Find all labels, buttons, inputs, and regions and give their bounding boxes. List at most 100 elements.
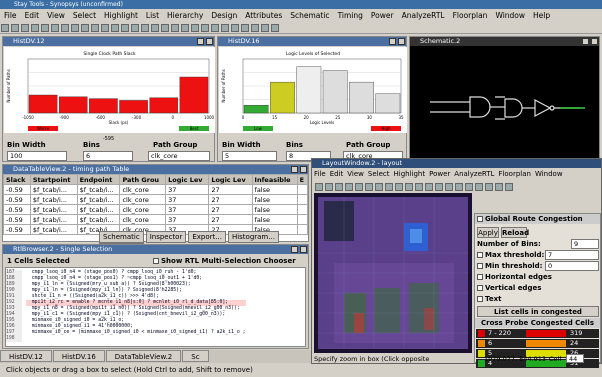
- layout-tool-icon[interactable]: [495, 183, 503, 191]
- code-line[interactable]: [26, 336, 246, 342]
- column-header[interactable]: Path Grou: [119, 174, 167, 185]
- apply-button[interactable]: Apply: [477, 227, 499, 238]
- toolbar-button-icon[interactable]: [241, 24, 249, 32]
- congestion-legend-row[interactable]: 7 - 220 319: [476, 329, 599, 338]
- bin-width-select[interactable]: 5: [222, 151, 277, 161]
- window-tab[interactable]: HistDV.12: [0, 350, 52, 362]
- layout-tool-icon[interactable]: [355, 183, 363, 191]
- min-threshold-input[interactable]: 0: [545, 261, 599, 271]
- congestion-legend-row[interactable]: 6 24: [476, 339, 599, 348]
- menu-item-list[interactable]: List: [146, 11, 159, 20]
- layout-tool-icon[interactable]: [345, 183, 353, 191]
- list-congested-cells-button[interactable]: List cells in congested region...: [477, 306, 599, 326]
- toolbar-button-icon[interactable]: [131, 24, 139, 32]
- path-group-select[interactable]: clk_core: [148, 151, 210, 161]
- rtl-code-view[interactable]: 187 188 189 190 191 192 193 194 195 196 197 198 cmp…: [5, 267, 306, 347]
- minimize-icon[interactable]: [389, 38, 396, 45]
- toolbar-button-icon[interactable]: [31, 24, 39, 32]
- histogram-bar[interactable]: [179, 76, 209, 114]
- checkbox-icon[interactable]: [477, 285, 483, 291]
- layout-menu-item-highlight[interactable]: Highlight: [394, 170, 426, 178]
- menu-item-analyzertl[interactable]: AnalyzeRTL: [402, 11, 445, 20]
- toolbar-button-icon[interactable]: [51, 24, 59, 32]
- layout-menu-item-window[interactable]: Window: [535, 170, 563, 178]
- close-icon[interactable]: [591, 38, 598, 45]
- layout-menu-item-edit[interactable]: Edit: [330, 170, 344, 178]
- close-icon[interactable]: [300, 166, 307, 173]
- toolbar-button-icon[interactable]: [21, 24, 29, 32]
- layout-menu-item-file[interactable]: File: [314, 170, 326, 178]
- column-header[interactable]: Infeasible: [251, 174, 298, 185]
- menu-item-floorplan[interactable]: Floorplan: [453, 11, 488, 20]
- checkbox-icon[interactable]: [477, 296, 483, 302]
- column-header[interactable]: Logic Lev: [165, 174, 210, 185]
- window-tab[interactable]: Sc: [182, 350, 209, 362]
- toolbar-button-icon[interactable]: [1, 24, 9, 32]
- table-row[interactable]: -0.59 $f_tcab/i... $f_tcab/i... clk_core 37 2…: [3, 214, 309, 225]
- schematic-canvas[interactable]: [410, 47, 599, 162]
- checkbox-icon[interactable]: [153, 258, 159, 264]
- layout-tool-icon[interactable]: [435, 183, 443, 191]
- menu-item-highlight[interactable]: Highlight: [104, 11, 138, 20]
- histogram-bar[interactable]: [149, 97, 179, 114]
- horizontal-edges-checkbox[interactable]: Horizontal edges: [477, 273, 552, 281]
- checkbox-icon[interactable]: [477, 263, 483, 269]
- toolbar-button-icon[interactable]: [11, 24, 19, 32]
- column-header[interactable]: Startpoint: [29, 174, 78, 185]
- rtl-multi-selection-checkbox[interactable]: Show RTL Multi-Selection Chooser: [153, 257, 296, 265]
- window-tab[interactable]: DataTableView.2: [105, 350, 182, 362]
- layout-tool-icon[interactable]: [415, 183, 423, 191]
- layout-menu-item-select[interactable]: Select: [368, 170, 390, 178]
- table-row[interactable]: -0.59 $f_tcab/i... $f_tcab/i... clk_core 37 2…: [3, 204, 309, 215]
- cell-value[interactable]: 44: [566, 354, 584, 363]
- toolbar-button-icon[interactable]: [221, 24, 229, 32]
- layout-tool-icon[interactable]: [405, 183, 413, 191]
- histogram-bar[interactable]: [89, 98, 118, 114]
- histogram-bar[interactable]: [375, 93, 401, 114]
- bins-select[interactable]: 6: [83, 151, 133, 161]
- menu-item-design[interactable]: Design: [211, 11, 237, 20]
- window-tab[interactable]: HistDV.16: [52, 350, 105, 362]
- menu-item-schematic[interactable]: Schematic: [290, 11, 329, 20]
- menu-item-view[interactable]: View: [47, 11, 65, 20]
- toolbar-button-icon[interactable]: [151, 24, 159, 32]
- histogram-bar[interactable]: [296, 66, 322, 114]
- num-bins-input[interactable]: 9: [571, 239, 599, 249]
- inspector-button[interactable]: Inspector: [145, 231, 187, 243]
- toolbar-button-icon[interactable]: [111, 24, 119, 32]
- toolbar-button-icon[interactable]: [161, 24, 169, 32]
- toolbar-button-icon[interactable]: [231, 24, 239, 32]
- toolbar-button-icon[interactable]: [61, 24, 69, 32]
- toolbar-button-icon[interactable]: [121, 24, 129, 32]
- layout-tool-icon[interactable]: [455, 183, 463, 191]
- layout-tool-icon[interactable]: [445, 183, 453, 191]
- histogram-bar[interactable]: [243, 105, 269, 114]
- minimize-icon[interactable]: [291, 246, 298, 253]
- toolbar-button-icon[interactable]: [181, 24, 189, 32]
- checkbox-icon[interactable]: [477, 252, 483, 258]
- bin-width-select[interactable]: 100: [7, 151, 67, 161]
- menu-item-help[interactable]: Help: [533, 11, 550, 20]
- text-checkbox[interactable]: Text: [477, 295, 501, 303]
- reload-button[interactable]: Reload: [501, 227, 529, 238]
- close-icon[interactable]: [300, 246, 307, 253]
- layout-tool-icon[interactable]: [425, 183, 433, 191]
- histogram-bar[interactable]: [119, 100, 148, 114]
- layout-tool-icon[interactable]: [315, 183, 323, 191]
- layout-menu-item-analyzertl[interactable]: AnalyzeRTL: [454, 170, 494, 178]
- minimize-icon[interactable]: [291, 166, 298, 173]
- layout-tool-icon[interactable]: [365, 183, 373, 191]
- histogram-button[interactable]: Histogram...: [227, 231, 279, 243]
- toolbar-button-icon[interactable]: [261, 24, 269, 32]
- minimize-icon[interactable]: [582, 38, 589, 45]
- layout-menu-item-power[interactable]: Power: [429, 170, 450, 178]
- layout-menu-item-view[interactable]: View: [347, 170, 364, 178]
- vertical-edges-checkbox[interactable]: Vertical edges: [477, 284, 541, 292]
- layout-tool-icon[interactable]: [395, 183, 403, 191]
- export-button[interactable]: Export...: [188, 231, 226, 243]
- schematic-button[interactable]: Schematic: [99, 231, 144, 243]
- layout-tool-icon[interactable]: [375, 183, 383, 191]
- toolbar-button-icon[interactable]: [211, 24, 219, 32]
- toolbar-button-icon[interactable]: [141, 24, 149, 32]
- menu-item-attributes[interactable]: Attributes: [245, 11, 282, 20]
